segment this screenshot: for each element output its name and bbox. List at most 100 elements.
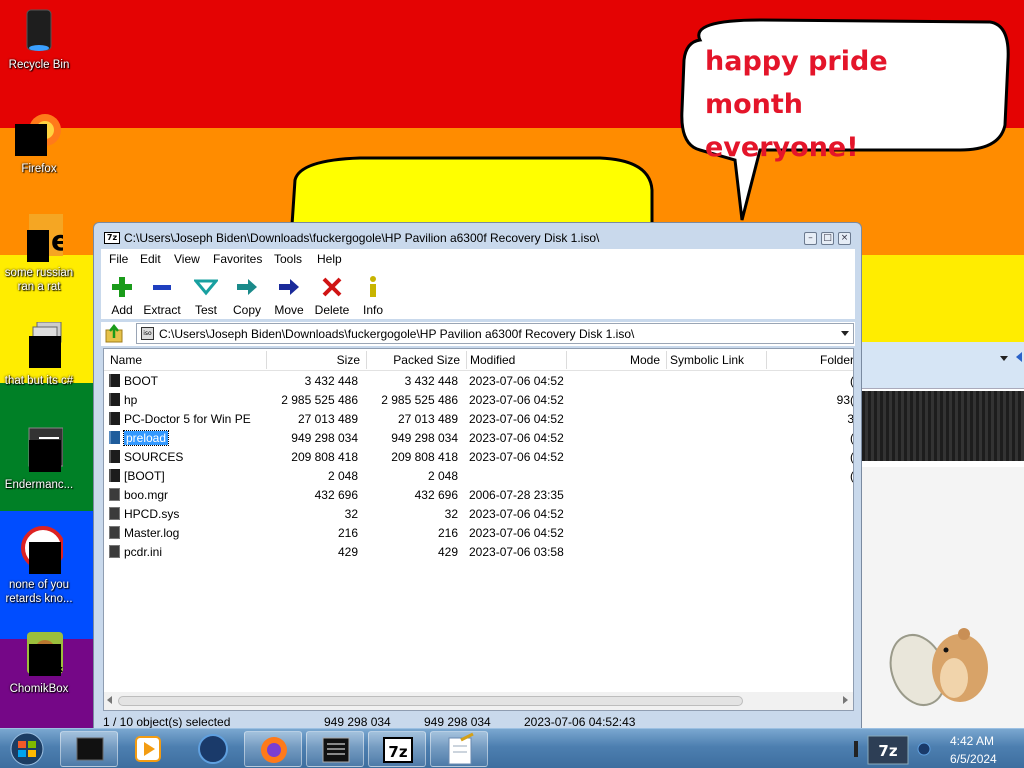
column-name[interactable]: Name — [110, 353, 142, 367]
clock-time[interactable]: 4:42 AM — [950, 734, 994, 748]
cell-size: 27 013 489 — [297, 412, 358, 426]
taskbar-explorer[interactable] — [60, 731, 118, 767]
cell-name: preload — [122, 430, 170, 446]
folder-icon — [109, 469, 120, 482]
menu-file[interactable]: File — [109, 252, 128, 266]
cell-name: HPCD.sys — [124, 507, 180, 521]
desktop-icon-recycle-bin[interactable]: Recycle Bin — [2, 6, 76, 72]
toolbar: Add Extract Test Copy Move Delete Info — [101, 269, 855, 319]
taskbar-7zip[interactable]: 7z — [368, 731, 426, 767]
extract-button[interactable]: Extract — [137, 269, 187, 319]
desktop-icon-csharp[interactable]: that but its c# — [2, 321, 76, 388]
background-window-toolbar — [862, 342, 1024, 389]
cell-folders: ( — [850, 431, 854, 445]
test-button[interactable]: Test — [185, 269, 227, 319]
tray-globe-icon[interactable] — [917, 742, 931, 756]
column-modified[interactable]: Modified — [470, 353, 515, 367]
cell-name: BOOT — [124, 374, 159, 388]
clock-date[interactable]: 6/5/2024 — [950, 752, 997, 766]
table-row[interactable]: boo.mgr 432 696 432 696 2006-07-28 23:35 — [104, 485, 853, 504]
table-row[interactable]: pcdr.ini 429 429 2023-07-06 03:58 — [104, 542, 853, 561]
table-row[interactable]: SOURCES 209 808 418 209 808 418 2023-07-06 … — [104, 447, 853, 466]
cell-size: 429 — [337, 545, 358, 559]
desktop-icon-chomikbox[interactable]: ox ChomikBox — [2, 630, 76, 696]
table-row[interactable]: preload 949 298 034 949 298 034 2023-07-06 … — [104, 428, 854, 447]
7zip-file-manager-window[interactable]: 7z C:\Users\Joseph Biden\Downloads\fucke… — [93, 222, 862, 729]
browser-globe-icon — [198, 734, 228, 764]
path-combobox[interactable]: iso C:\Users\Joseph Biden\Downloads\fuck… — [136, 323, 854, 344]
windows-orb-icon — [10, 732, 44, 766]
column-header-row: Name Size Packed Size Modified Mode Symb… — [104, 349, 853, 371]
delete-icon — [320, 275, 344, 299]
chevron-down-icon[interactable] — [841, 331, 849, 336]
maximize-button[interactable]: □ — [821, 232, 834, 245]
cell-packed-size: 209 808 418 — [391, 450, 458, 464]
desktop-icon-russian-rat[interactable]: e some russian ran a rat — [2, 214, 76, 294]
file-icon — [109, 507, 120, 520]
table-row[interactable]: BOOT 3 432 448 3 432 448 2023-07-06 04:52 ( — [104, 371, 853, 390]
cell-modified: 2023-07-06 04:52 — [469, 393, 564, 407]
menu-edit[interactable]: Edit — [140, 252, 161, 266]
column-symbolic-link[interactable]: Symbolic Link — [670, 353, 744, 367]
menu-tools[interactable]: Tools — [274, 252, 302, 266]
table-row[interactable]: hp 2 985 525 486 2 985 525 486 2023-07-06 0… — [104, 390, 853, 409]
cell-packed-size: 429 — [437, 545, 458, 559]
taskbar-notepad[interactable] — [430, 731, 488, 767]
column-size[interactable]: Size — [310, 353, 360, 367]
status-selection: 1 / 10 object(s) selected — [103, 715, 231, 729]
table-row[interactable]: [BOOT] 2 048 2 048 ( — [104, 466, 853, 485]
current-path: C:\Users\Joseph Biden\Downloads\fuckergo… — [159, 327, 635, 341]
bubble-line-1: happy pride month — [705, 46, 888, 120]
info-button[interactable]: Info — [353, 269, 393, 319]
menu-help[interactable]: Help — [317, 252, 342, 266]
folder-icon — [109, 374, 120, 387]
menu-view[interactable]: View — [174, 252, 200, 266]
close-button[interactable]: × — [838, 232, 851, 245]
table-row[interactable]: PC-Doctor 5 for Win PE 27 013 489 27 013 4… — [104, 409, 853, 428]
minimize-button[interactable]: – — [804, 232, 817, 245]
column-packed-size[interactable]: Packed Size — [382, 353, 460, 367]
start-button[interactable] — [5, 731, 49, 767]
7zip-app-icon: 7z — [104, 232, 120, 244]
taskbar-media-player[interactable] — [120, 731, 178, 767]
table-row[interactable]: HPCD.sys 32 32 2023-07-06 04:52 — [104, 504, 853, 523]
column-folders[interactable]: Folder — [820, 353, 853, 367]
tray-icons: 7z — [854, 735, 931, 765]
scroll-right-icon[interactable] — [843, 696, 848, 704]
delete-button[interactable]: Delete — [307, 269, 357, 319]
scroll-left-icon[interactable] — [107, 696, 112, 704]
tray-network-icon[interactable] — [854, 741, 858, 757]
folder-up-button[interactable] — [104, 323, 126, 344]
cell-size: 949 298 034 — [291, 431, 358, 445]
taskbar-firefox[interactable] — [244, 731, 302, 767]
menu-favorites[interactable]: Favorites — [213, 252, 262, 266]
desktop-icon-label: Endermanc... — [4, 479, 74, 491]
cell-name: Master.log — [124, 526, 180, 540]
taskbar-browser[interactable] — [184, 731, 242, 767]
table-row[interactable]: Master.log 216 216 2023-07-06 04:52 — [104, 523, 853, 542]
cell-name: SOURCES — [124, 450, 184, 464]
arrow-left-icon[interactable] — [1016, 352, 1022, 362]
desktop-icon-endermanch[interactable]: Endermanc... — [2, 426, 76, 492]
file-icon — [109, 526, 120, 539]
taskbar-console[interactable] — [306, 731, 364, 767]
title-bar[interactable]: 7z C:\Users\Joseph Biden\Downloads\fucke… — [94, 223, 861, 249]
copy-label: Copy — [232, 303, 261, 317]
desktop-icon-none-of-you[interactable]: none of you retards kno... — [2, 526, 76, 606]
move-button[interactable]: Move — [267, 269, 311, 319]
file-list[interactable]: Name Size Packed Size Modified Mode Symb… — [103, 348, 854, 711]
desktop-icon-label: Recycle Bin — [8, 59, 70, 71]
status-size: 949 298 034 — [324, 715, 391, 729]
copy-button[interactable]: Copy — [225, 269, 269, 319]
horizontal-scrollbar[interactable] — [104, 692, 853, 710]
scrollbar-thumb[interactable] — [118, 696, 743, 706]
hamster-sticker — [889, 628, 988, 706]
column-mode[interactable]: Mode — [614, 353, 660, 367]
desktop-icon-firefox[interactable]: Firefox — [2, 110, 76, 176]
cell-modified: 2006-07-28 23:35 — [469, 488, 564, 502]
file-icon — [109, 545, 120, 558]
cell-packed-size: 2 048 — [427, 469, 458, 483]
cell-packed-size: 32 — [444, 507, 458, 521]
cell-name: PC-Doctor 5 for Win PE — [124, 412, 251, 426]
chevron-down-icon[interactable] — [1000, 356, 1008, 361]
